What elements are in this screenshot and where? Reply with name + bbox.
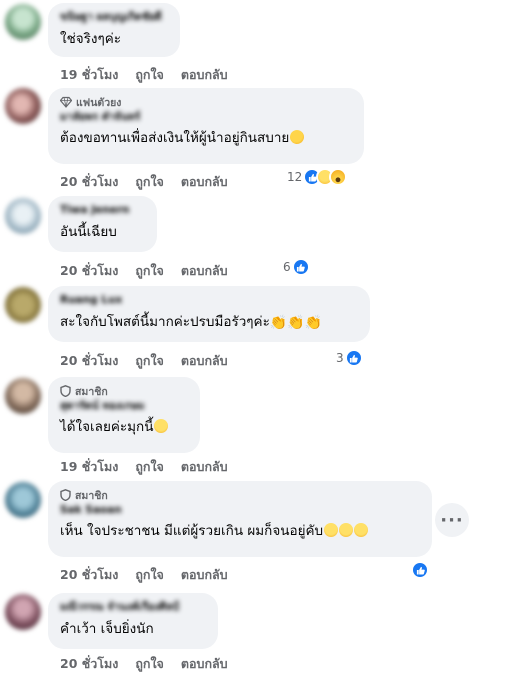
comment-bubble: Ruang Lux สะใจกับโพสต์นี้มากค่ะปรบมือรัว… xyxy=(48,286,370,342)
comment-actions: 20 ชั่วโมง ถูกใจ ตอบกลับ xyxy=(60,565,228,585)
reaction-summary[interactable]: 6 xyxy=(283,258,310,276)
comment-actions: 20 ชั่วโมง ถูกใจ ตอบกลับ xyxy=(60,172,228,192)
reaction-summary[interactable]: 3 xyxy=(336,349,363,367)
avatar[interactable] xyxy=(5,594,41,630)
avatar[interactable] xyxy=(5,378,41,414)
commenter-name[interactable]: Ruang Lux xyxy=(60,293,358,307)
comment-bubble: แฟนตัวยง มาลัยพร คำจันทร์ ต้องขอทานเพื่อ… xyxy=(48,88,364,164)
member-badge: สมาชิก xyxy=(60,384,188,398)
avatar[interactable] xyxy=(5,482,41,518)
reply-button[interactable]: ตอบกลับ xyxy=(181,654,228,674)
wow-reaction-icon xyxy=(329,168,348,186)
like-button[interactable]: ถูกใจ xyxy=(135,261,164,281)
commenter-name[interactable]: ขนิษฐา ผลบุญเกิดชัยดี xyxy=(60,10,168,24)
like-button[interactable]: ถูกใจ xyxy=(135,172,164,192)
comment-actions: 20 ชั่วโมง ถูกใจ ตอบกลับ xyxy=(60,351,228,371)
timestamp[interactable]: 19 ชั่วโมง xyxy=(60,65,118,85)
like-button[interactable]: ถูกใจ xyxy=(135,65,164,85)
timestamp[interactable]: 20 ชั่วโมง xyxy=(60,565,118,585)
like-button[interactable]: ถูกใจ xyxy=(135,654,164,674)
timestamp[interactable]: 20 ชั่วโมง xyxy=(60,351,118,371)
comment-bubble: ขนิษฐา ผลบุญเกิดชัยดี ใช่จริงๆค่ะ xyxy=(48,3,180,57)
comment-bubble: Tiwa Jenern อันนี้เฉียบ xyxy=(48,196,157,252)
comment-text: คำเว้า เจ็บยิ่งนัก xyxy=(60,621,154,637)
timestamp[interactable]: 20 ชั่วโมง xyxy=(60,172,118,192)
reaction-summary[interactable]: 12 xyxy=(287,168,348,186)
avatar[interactable] xyxy=(5,88,41,124)
grin-emoji xyxy=(324,523,339,537)
fan-badge: แฟนตัวยง xyxy=(60,95,352,109)
comment-text: ใช่จริงๆค่ะ xyxy=(60,31,122,47)
comment-bubble: มณีวรรณ จำนงค์เรืองศิลป์ คำเว้า เจ็บยิ่ง… xyxy=(48,593,218,649)
commenter-name[interactable]: Tiwa Jenern xyxy=(60,203,145,217)
commenter-name[interactable]: สุดารัตน์ ทองเกษม xyxy=(60,399,188,413)
like-button[interactable]: ถูกใจ xyxy=(135,351,164,371)
comment-bubble: สมาชิก สุดารัตน์ ทองเกษม ได้ใจเลยค่ะมุกน… xyxy=(48,377,200,453)
member-badge: สมาชิก xyxy=(60,488,420,502)
reaction-count: 6 xyxy=(283,260,291,274)
reply-button[interactable]: ตอบกลับ xyxy=(181,351,228,371)
comment-actions: 20 ชั่วโมง ถูกใจ ตอบกลับ xyxy=(60,654,228,674)
timestamp[interactable]: 20 ชั่วโมง xyxy=(60,261,118,281)
reply-button[interactable]: ตอบกลับ xyxy=(181,261,228,281)
reaction-count: 12 xyxy=(287,170,303,184)
comment-bubble: สมาชิก Sak Saoan เห็น ใจประชาชน มีแต่ผู้… xyxy=(48,481,432,557)
like-reaction-icon xyxy=(411,561,429,579)
comment-actions: 19 ชั่วโมง ถูกใจ ตอบกลับ xyxy=(60,65,228,85)
comment-text: สะใจกับโพสต์นี้มากค่ะปรบมือรัวๆค่ะ👏👏👏 xyxy=(60,314,323,331)
diamond-icon xyxy=(60,96,72,108)
timestamp[interactable]: 20 ชั่วโมง xyxy=(60,654,118,674)
like-button[interactable]: ถูกใจ xyxy=(135,457,164,477)
grin-emoji xyxy=(354,523,369,537)
reply-button[interactable]: ตอบกลับ xyxy=(181,565,228,585)
shield-icon xyxy=(60,385,71,397)
like-button[interactable]: ถูกใจ xyxy=(135,565,164,585)
commenter-name[interactable]: Sak Saoan xyxy=(60,503,420,517)
comment-actions: 20 ชั่วโมง ถูกใจ ตอบกลับ xyxy=(60,261,228,281)
reply-button[interactable]: ตอบกลับ xyxy=(181,65,228,85)
comment-text: ได้ใจเลยค่ะมุกนี้ xyxy=(60,417,188,437)
commenter-name[interactable]: มาลัยพร คำจันทร์ xyxy=(60,110,352,124)
avatar[interactable] xyxy=(5,198,41,234)
more-options-button[interactable]: ··· xyxy=(435,503,469,537)
reaction-count: 3 xyxy=(336,351,344,365)
shield-icon xyxy=(60,489,71,501)
laughing-tears-emoji xyxy=(154,419,169,433)
rofl-emoji xyxy=(287,127,307,147)
like-reaction-icon xyxy=(344,349,363,367)
avatar[interactable] xyxy=(5,287,41,323)
commenter-name[interactable]: มณีวรรณ จำนงค์เรืองศิลป์ xyxy=(60,600,206,614)
comment-text: ต้องขอทานเพื่อส่งเงินให้ผู้นำอยู่กินสบาย xyxy=(60,127,352,148)
reaction-summary[interactable] xyxy=(411,561,429,579)
comment-actions: 19 ชั่วโมง ถูกใจ ตอบกลับ xyxy=(60,457,228,477)
clap-emoji: 👏👏👏 xyxy=(269,315,323,331)
avatar[interactable] xyxy=(5,4,41,40)
reply-button[interactable]: ตอบกลับ xyxy=(181,457,228,477)
timestamp[interactable]: 19 ชั่วโมง xyxy=(60,457,118,477)
grin-emoji xyxy=(339,523,354,537)
like-reaction-icon xyxy=(291,258,310,276)
reply-button[interactable]: ตอบกลับ xyxy=(181,172,228,192)
comment-text: อันนี้เฉียบ xyxy=(60,224,117,240)
comment-text: เห็น ใจประชาชน มีแต่ผู้รวยเกิน ผมก็จนอยู… xyxy=(60,521,420,541)
